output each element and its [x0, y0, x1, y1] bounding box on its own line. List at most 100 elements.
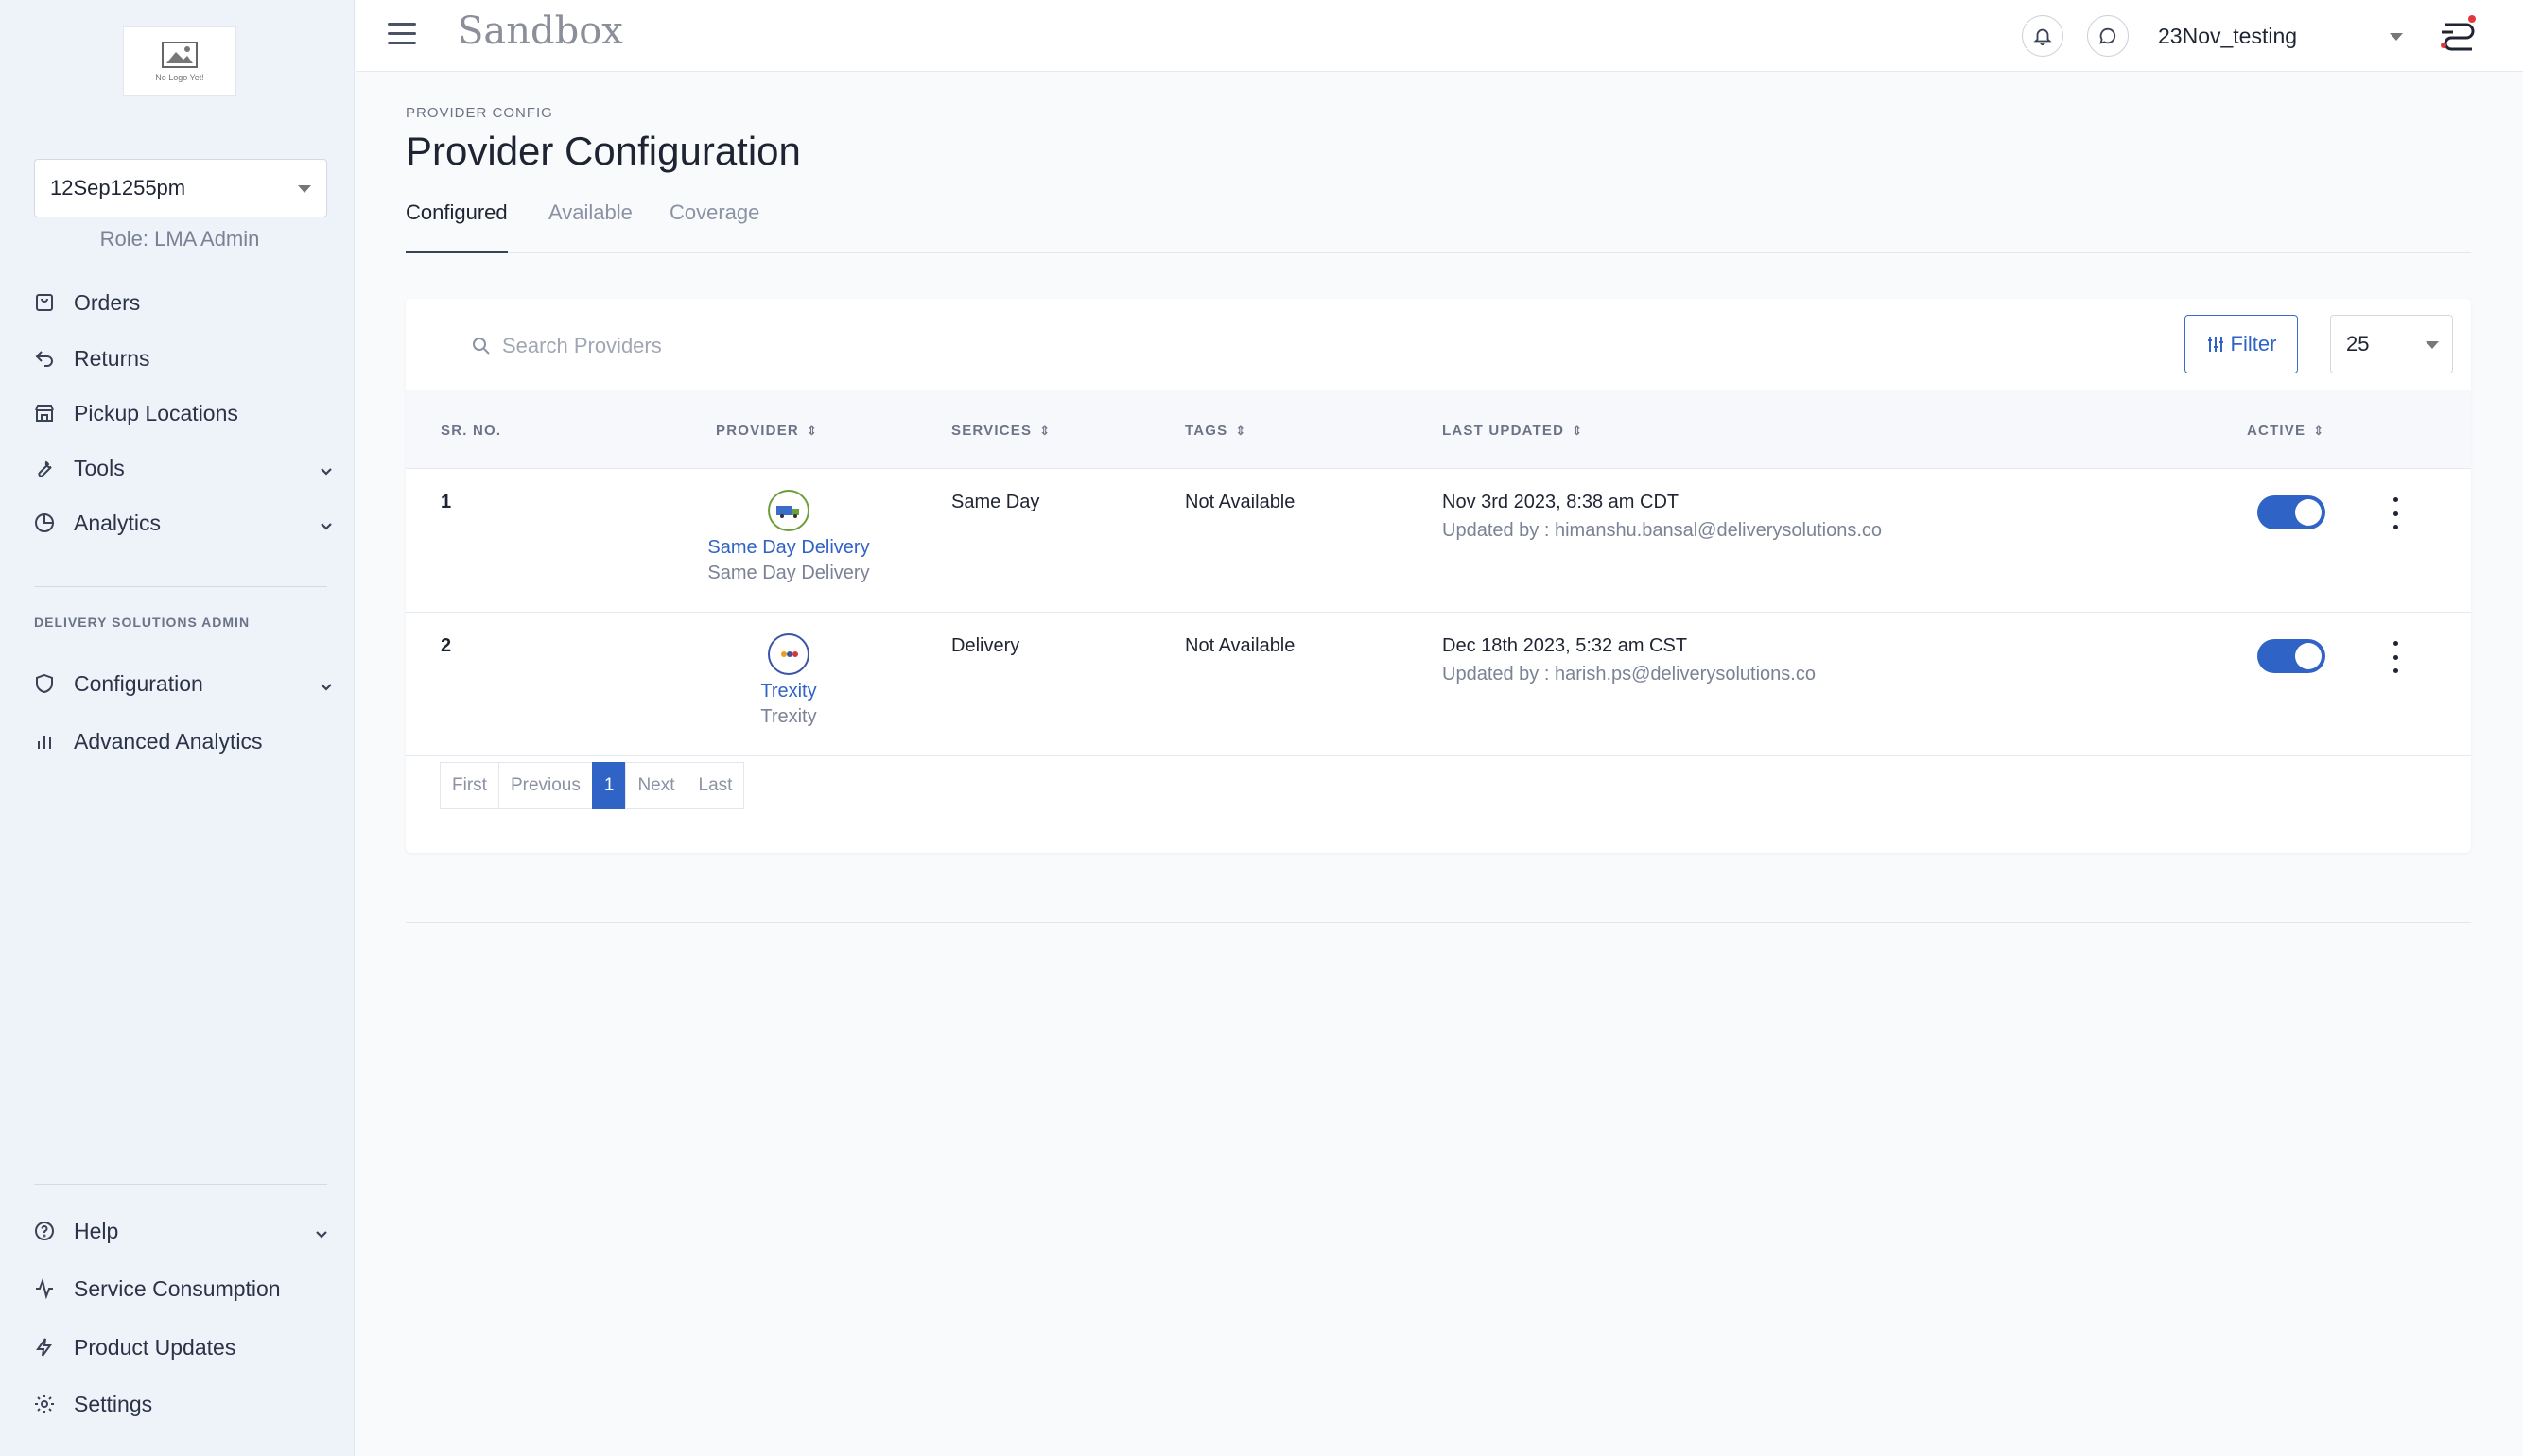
sidebar-divider: [34, 1184, 327, 1185]
sidebar-item-label: Configuration: [74, 670, 203, 696]
sidebar-item-orders[interactable]: Orders: [32, 284, 335, 321]
sidebar-item-help[interactable]: Help: [32, 1212, 330, 1250]
column-header-active[interactable]: ACTIVE ⇕: [2247, 423, 2324, 439]
chevron-down-icon: [318, 675, 335, 692]
sort-icon: ⇕: [806, 423, 819, 438]
chevron-down-icon: [318, 514, 335, 531]
hamburger-menu-icon[interactable]: [388, 23, 416, 47]
gear-icon: [32, 1392, 57, 1416]
sidebar-item-product-updates[interactable]: Product Updates: [32, 1328, 335, 1366]
provider-cell: Trexity Trexity: [652, 633, 926, 728]
section-label: DELIVERY SOLUTIONS ADMIN: [34, 615, 251, 630]
search-input[interactable]: Search Providers: [502, 334, 662, 358]
chat-button[interactable]: [2087, 15, 2129, 57]
bell-icon: [2033, 28, 2052, 46]
more-options-icon[interactable]: [2386, 641, 2405, 673]
sidebar-divider: [34, 586, 327, 587]
sort-icon: ⇕: [2313, 423, 2325, 438]
sidebar-item-label: Analytics: [74, 510, 162, 535]
last-updated-date: Nov 3rd 2023, 8:38 am CDT: [1442, 492, 1679, 512]
chat-bubble-icon: [2099, 27, 2116, 44]
tags-value: Not Available: [1185, 635, 1296, 656]
sidebar-item-service-consumption[interactable]: Service Consumption: [32, 1270, 335, 1308]
account-select[interactable]: 12Sep1255pm: [34, 159, 327, 217]
sort-icon: ⇕: [1235, 423, 1247, 438]
column-header-services[interactable]: SERVICES ⇕: [951, 423, 1051, 439]
tab-available[interactable]: Available: [548, 200, 633, 253]
pie-chart-icon: [32, 511, 57, 535]
brand-title: Sandbox: [458, 9, 623, 53]
shopping-bag-icon: [32, 290, 57, 315]
return-arrow-icon: [32, 346, 57, 371]
pagination-last[interactable]: Last: [686, 762, 745, 809]
sidebar-item-settings[interactable]: Settings: [32, 1385, 335, 1423]
sidebar-item-label: Orders: [74, 289, 141, 315]
sidebar-item-label: Service Consumption: [74, 1275, 281, 1301]
delivery-solutions-logo-icon[interactable]: [2436, 11, 2483, 55]
column-header-provider[interactable]: PROVIDER ⇕: [716, 423, 818, 439]
pagination-first[interactable]: First: [440, 762, 499, 809]
sort-icon: ⇕: [1572, 423, 1584, 438]
page-title: Provider Configuration: [406, 129, 801, 173]
sidebar-item-returns[interactable]: Returns: [32, 339, 335, 377]
content-divider: [406, 922, 2471, 923]
sidebar-item-label: Returns: [74, 345, 150, 371]
services-value: Same Day: [951, 492, 1040, 512]
provider-name-link[interactable]: Trexity: [652, 681, 926, 702]
sidebar-item-label: Tools: [74, 455, 125, 480]
filter-button[interactable]: Filter: [2184, 315, 2298, 373]
pagination-previous[interactable]: Previous: [497, 762, 593, 809]
column-header-tags[interactable]: TAGS ⇕: [1185, 423, 1246, 439]
sr-number: 2: [441, 635, 452, 656]
sliders-icon: [2207, 337, 2223, 352]
role-label: Role: LMA Admin: [99, 227, 260, 251]
page-size-value: 25: [2346, 332, 2370, 355]
sidebar-item-label: Advanced Analytics: [74, 728, 263, 754]
store-icon: [32, 401, 57, 425]
active-toggle[interactable]: [2257, 639, 2325, 673]
updated-by: Updated by : harish.ps@deliverysolutions…: [1442, 664, 1816, 685]
sidebar-item-analytics[interactable]: Analytics: [32, 504, 335, 542]
toggle-knob: [2295, 643, 2322, 669]
sidebar-item-label: Pickup Locations: [74, 400, 238, 425]
bar-chart-icon: [32, 729, 57, 754]
pagination-page-1[interactable]: 1: [591, 762, 627, 809]
account-select-value: 12Sep1255pm: [50, 176, 186, 199]
pagination: First Previous 1 Next Last: [440, 762, 745, 809]
notifications-button[interactable]: [2022, 15, 2063, 57]
sidebar-item-configuration[interactable]: Configuration: [32, 665, 335, 702]
services-value: Delivery: [951, 635, 1020, 656]
chevron-down-icon: [313, 1222, 330, 1239]
user-account-select[interactable]: 23Nov_testing: [2158, 19, 2423, 53]
more-options-icon[interactable]: [2386, 497, 2405, 529]
filter-button-label: Filter: [2230, 332, 2277, 355]
provider-name-link[interactable]: Same Day Delivery: [652, 537, 926, 559]
provider-subtitle: Same Day Delivery: [707, 563, 870, 583]
provider-cell: Same Day Delivery Same Day Delivery: [652, 490, 926, 584]
table-row: 2 Trexity Trexity Delivery Not Available…: [406, 613, 2471, 756]
sidebar-item-advanced-analytics[interactable]: Advanced Analytics: [32, 722, 335, 760]
shield-icon: [32, 671, 57, 696]
company-logo: No Logo Yet!: [123, 26, 236, 96]
pagination-next[interactable]: Next: [625, 762, 687, 809]
active-toggle[interactable]: [2257, 495, 2325, 529]
tab-coverage[interactable]: Coverage: [670, 200, 759, 253]
last-updated-date: Dec 18th 2023, 5:32 am CST: [1442, 635, 1688, 656]
breadcrumb: PROVIDER CONFIG: [406, 105, 553, 121]
page-size-select[interactable]: 25: [2330, 315, 2453, 373]
provider-logo-icon: [768, 490, 809, 531]
sidebar-item-label: Settings: [74, 1391, 153, 1416]
table-row: 1 Same Day Delivery Same Day Delivery Sa…: [406, 469, 2471, 613]
search-icon: [473, 338, 490, 355]
table-header: SR. NO. PROVIDER ⇕ SERVICES ⇕ TAGS ⇕ LAST U…: [406, 390, 2471, 469]
sidebar-item-tools[interactable]: Tools: [32, 449, 335, 487]
toggle-knob: [2295, 499, 2322, 526]
sidebar-item-pickup-locations[interactable]: Pickup Locations: [32, 394, 335, 432]
tab-bar: Configured Available Coverage: [406, 197, 2471, 253]
search-providers[interactable]: Search Providers: [472, 327, 662, 365]
column-header-last-updated[interactable]: LAST UPDATED ⇕: [1442, 423, 1583, 439]
logo-text: No Logo Yet!: [155, 73, 204, 82]
chevron-down-icon: [318, 459, 335, 477]
image-placeholder-icon: [162, 42, 198, 68]
tab-configured[interactable]: Configured: [406, 200, 508, 253]
